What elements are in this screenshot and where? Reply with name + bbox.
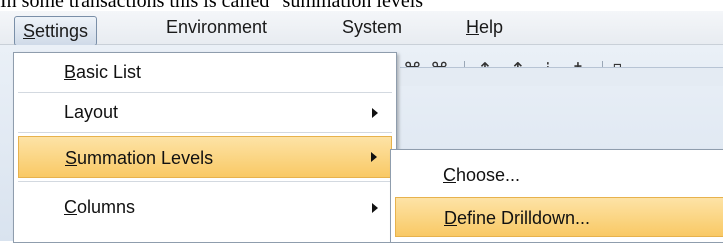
settings-dropdown: Basic List Layout Summation Levels Colum…: [13, 52, 397, 243]
menu-item-label: Layout: [64, 102, 119, 122]
submenu-item-choose[interactable]: Choose...: [395, 155, 723, 195]
menu-system[interactable]: System: [340, 14, 404, 40]
submenu-arrow-icon: [372, 203, 378, 213]
menu-item-layout[interactable]: Layout: [18, 93, 392, 132]
menu-divider: [18, 132, 392, 133]
menu-item-columns[interactable]: Columns: [18, 188, 392, 227]
caption-text: In some transactions this is called "sum…: [0, 0, 432, 12]
menu-help[interactable]: Help: [464, 14, 505, 40]
menu-bar: Settings Environment System Help: [0, 11, 723, 46]
submenu-arrow-icon: [371, 152, 377, 162]
submenu-arrow-icon: [372, 108, 378, 118]
toolbar-strip: [400, 67, 723, 86]
menu-settings[interactable]: Settings: [14, 16, 98, 46]
submenu-item-define-drilldown[interactable]: Define Drilldown...: [395, 197, 723, 237]
menu-divider: [18, 181, 392, 182]
menu-item-summation-levels[interactable]: Summation Levels: [18, 136, 392, 178]
menu-item-label: Columns: [64, 197, 136, 217]
submenu-item-label: Choose...: [443, 165, 521, 185]
menu-item-basic-list[interactable]: Basic List: [18, 53, 392, 92]
menu-item-label: Summation Levels: [65, 148, 214, 168]
menu-item-label: Basic List: [64, 62, 142, 82]
menu-environment[interactable]: Environment: [164, 14, 269, 40]
submenu-item-label: Define Drilldown...: [444, 208, 591, 228]
summation-levels-submenu: Choose... Define Drilldown...: [390, 149, 723, 243]
